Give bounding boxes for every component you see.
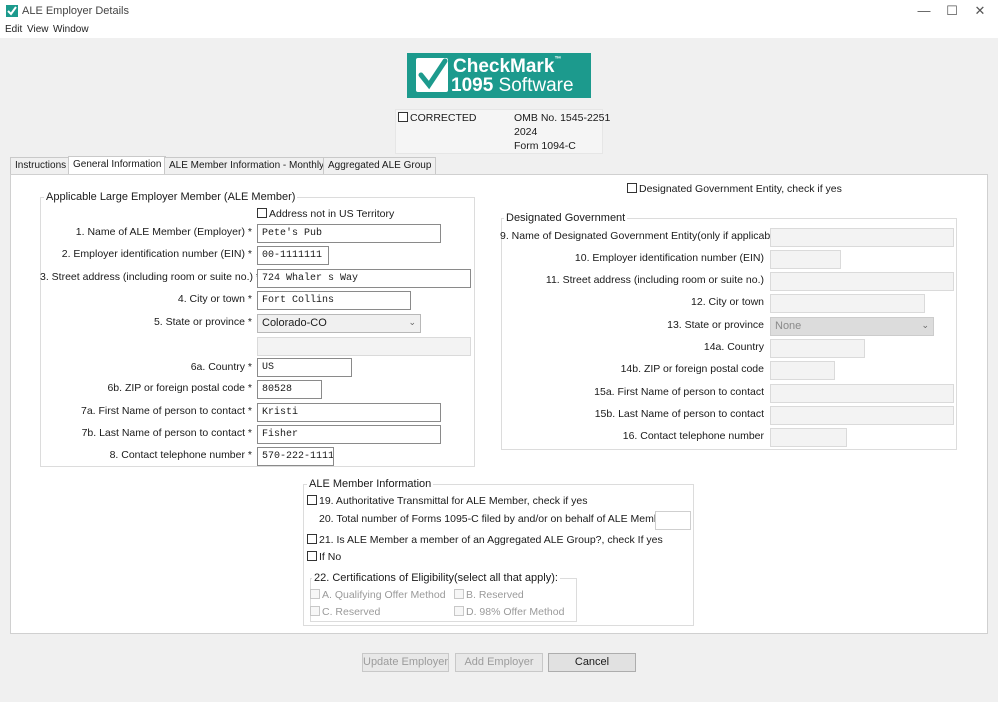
zip-label: 6b. ZIP or foreign postal code *	[107, 382, 252, 394]
street-label: 3. Street address (including room or sui…	[40, 271, 261, 283]
dg-street-input[interactable]	[770, 272, 954, 291]
chevron-down-icon: ⌄	[921, 320, 929, 330]
dg-state-label: 13. State or province	[667, 319, 764, 331]
checkmark-logo-icon	[416, 58, 448, 92]
ein-input[interactable]: 00-1111111	[257, 246, 329, 265]
q20-label: 20. Total number of Forms 1095-C filed b…	[319, 513, 669, 525]
checkbox-icon[interactable]	[307, 495, 317, 505]
menu-window[interactable]: Window	[53, 24, 89, 35]
dg-last-name-input[interactable]	[770, 406, 954, 425]
designated-government-label: Designated Government	[504, 212, 628, 224]
zip-input[interactable]: 80528	[257, 380, 322, 399]
dg-phone-input[interactable]	[770, 428, 847, 447]
q20-input[interactable]	[655, 511, 691, 530]
tab-ale-member-monthly[interactable]: ALE Member Information - Monthly	[164, 157, 330, 174]
menu-edit[interactable]: Edit	[5, 24, 22, 35]
maximize-button[interactable]: ☐	[942, 2, 962, 20]
last-name-label: 7b. Last Name of person to contact *	[81, 427, 252, 439]
dg-city-label: 12. City or town	[691, 296, 764, 308]
corrected-checkbox[interactable]: CORRECTED	[398, 112, 477, 124]
country-label: 6a. Country *	[190, 361, 252, 373]
dg-last-name-label: 15b. Last Name of person to contact	[594, 408, 764, 420]
title-bar	[0, 0, 998, 22]
window-title: ALE Employer Details	[22, 5, 129, 17]
cancel-button[interactable]: Cancel	[548, 653, 636, 672]
street-input[interactable]: 724 Whaler s Way	[257, 269, 471, 288]
ein-label: 2. Employer identification number (EIN) …	[61, 248, 252, 260]
menu-view[interactable]: View	[27, 24, 49, 35]
name-label: 1. Name of ALE Member (Employer) *	[75, 226, 252, 238]
country-input[interactable]: US	[257, 358, 352, 377]
omb-number: OMB No. 1545-2251	[514, 112, 611, 124]
checkmark-logo: CheckMark™ 1095 Software	[407, 53, 591, 98]
dg-first-name-label: 15a. First Name of person to contact	[594, 386, 764, 398]
cert-d-checkbox[interactable]: D. 98% Offer Method	[454, 606, 564, 618]
dg-zip-input[interactable]	[770, 361, 835, 380]
logo-line2: 1095 Software	[451, 75, 574, 96]
designated-entity-checkbox[interactable]: Designated Government Entity, check if y…	[627, 183, 842, 195]
close-button[interactable]: ✕	[970, 2, 990, 20]
tab-aggregated-ale-group[interactable]: Aggregated ALE Group	[323, 157, 437, 174]
dg-country-label: 14a. Country	[703, 341, 764, 353]
checkbox-icon[interactable]	[454, 606, 464, 616]
dg-zip-label: 14b. ZIP or foreign postal code	[620, 363, 764, 375]
first-name-input[interactable]: Kristi	[257, 403, 441, 422]
tab-general-information[interactable]: General Information	[68, 156, 167, 174]
dg-street-label: 11. Street address (including room or su…	[545, 274, 764, 286]
app-icon	[6, 5, 18, 17]
phone-label: 8. Contact telephone number *	[109, 449, 252, 461]
dg-ein-input[interactable]	[770, 250, 841, 269]
dg-country-input[interactable]	[770, 339, 865, 358]
tab-instructions[interactable]: Instructions	[10, 157, 72, 174]
menu-bar	[0, 22, 998, 38]
checkbox-icon[interactable]	[310, 589, 320, 599]
name-input[interactable]: Pete's Pub	[257, 224, 441, 243]
cert-a-checkbox[interactable]: A. Qualifying Offer Method	[310, 589, 446, 601]
dg-name-input[interactable]	[770, 228, 954, 247]
update-employer-button[interactable]: Update Employer	[362, 653, 449, 672]
minimize-button[interactable]: —	[914, 2, 934, 20]
form-year: 2024	[514, 126, 538, 138]
dg-first-name-input[interactable]	[770, 384, 954, 403]
ale-member-info-label: ALE Member Information	[307, 478, 434, 490]
phone-input[interactable]: 570-222-1111	[257, 447, 334, 466]
city-input[interactable]: Fort Collins	[257, 291, 411, 310]
checkbox-icon[interactable]	[454, 589, 464, 599]
cert-b-checkbox[interactable]: B. Reserved	[454, 589, 524, 601]
dg-state-select[interactable]: None ⌄	[770, 317, 934, 336]
dg-ein-label: 10. Employer identification number (EIN)	[574, 252, 764, 264]
dg-phone-label: 16. Contact telephone number	[622, 430, 764, 442]
first-name-label: 7a. First Name of person to contact *	[81, 405, 252, 417]
state-label: 5. State or province *	[153, 316, 252, 328]
city-label: 4. City or town *	[177, 293, 252, 305]
address-not-us-checkbox[interactable]: Address not in US Territory	[257, 208, 394, 220]
checkbox-icon[interactable]	[310, 606, 320, 616]
checkbox-icon[interactable]	[398, 112, 408, 122]
q19-checkbox[interactable]: 19. Authoritative Transmittal for ALE Me…	[307, 495, 587, 507]
q21-checkbox[interactable]: 21. Is ALE Member a member of an Aggrega…	[307, 534, 663, 546]
checkbox-icon[interactable]	[307, 534, 317, 544]
add-employer-button[interactable]: Add Employer	[455, 653, 543, 672]
dg-name-label: 9. Name of Designated Government Entity(…	[500, 230, 782, 242]
cert-c-checkbox[interactable]: C. Reserved	[310, 606, 380, 618]
checkbox-icon[interactable]	[307, 551, 317, 561]
state-other-input[interactable]	[257, 337, 471, 356]
dg-state-select-value: None	[775, 320, 802, 332]
certifications-label: 22. Certifications of Eligibility(select…	[312, 572, 560, 584]
dg-city-input[interactable]	[770, 294, 925, 313]
last-name-input[interactable]: Fisher	[257, 425, 441, 444]
state-select-value: Colorado-CO	[262, 317, 327, 329]
state-select[interactable]: Colorado-CO ⌄	[257, 314, 421, 333]
chevron-down-icon: ⌄	[408, 317, 416, 327]
ale-member-group-label: Applicable Large Employer Member (ALE Me…	[44, 191, 298, 203]
checkbox-icon[interactable]	[257, 208, 267, 218]
form-name: Form 1094-C	[514, 140, 576, 152]
checkbox-icon[interactable]	[627, 183, 637, 193]
if-no-checkbox[interactable]: If No	[307, 551, 341, 563]
